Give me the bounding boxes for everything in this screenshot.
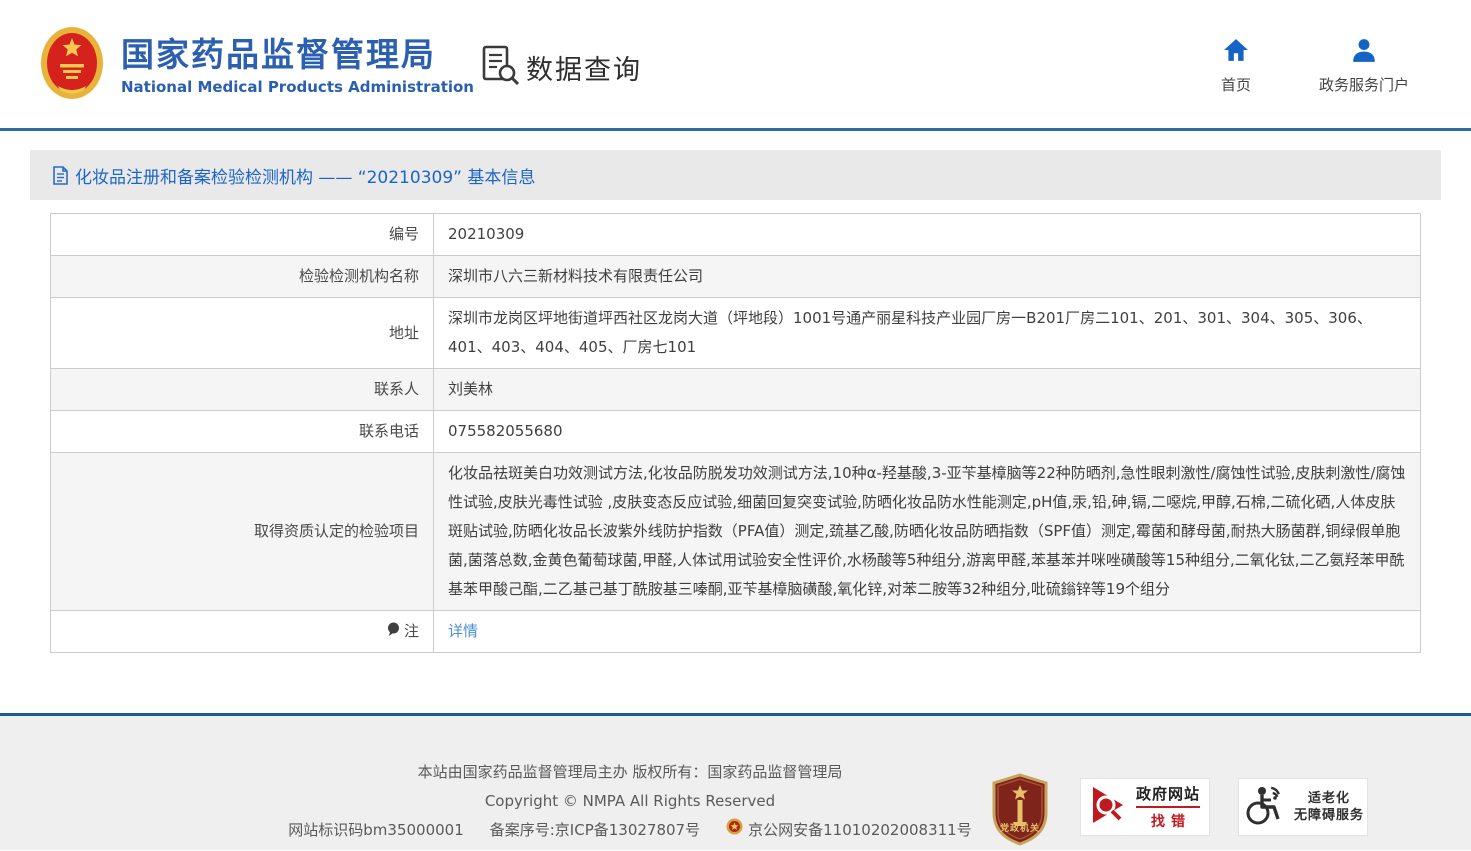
nmpa-logo[interactable]: 国家药品监督管理局 National Medical Products Admi… [40,26,474,104]
find-error-label-top: 政府网站 [1136,783,1200,808]
party-government-badge[interactable]: 党政机关 [988,773,1052,847]
footer-icp-link[interactable]: 备案序号:京ICP备13027807号 [490,816,700,845]
main-content: 化妆品注册和备案检验检测机构 —— “20210309” 基本信息 编号 202… [0,150,1471,673]
site-footer: 本站由国家药品监督管理局主办 版权所有：国家药品监督管理局 Copyright … [0,713,1471,850]
org-name-cn: 国家药品监督管理局 [121,34,474,75]
header-divider [0,128,1471,131]
home-icon [1223,38,1249,66]
row-value: 深圳市龙岗区坪地街道坪西社区龙岗大道（坪地段）1001号通产丽星科技产业园厂房一… [434,298,1421,369]
row-label: 联系人 [51,369,434,411]
table-row: 地址 深圳市龙岗区坪地街道坪西社区龙岗大道（坪地段）1001号通产丽星科技产业园… [51,298,1421,369]
row-value: 20210309 [434,214,1421,256]
national-emblem-icon [40,26,104,104]
data-query-link[interactable]: 数据查询 [480,44,642,90]
accessibility-badge[interactable]: 适老化 无障碍服务 [1238,778,1368,836]
page-title: 化妆品注册和备案检验检测机构 —— “20210309” 基本信息 [75,163,535,188]
wheelchair-wifi-icon [1242,783,1286,831]
accessibility-label-line1: 适老化 [1308,790,1350,807]
row-value: 化妆品祛斑美白功效测试方法,化妆品防脱发功效测试方法,10种α-羟基酸,3-亚苄… [434,453,1421,611]
page-doc-icon [52,166,69,185]
table-row: 联系人 刘美林 [51,369,1421,411]
table-row: 编号 20210309 [51,214,1421,256]
detail-table: 编号 20210309 检验检测机构名称 深圳市八六三新材料技术有限责任公司 地… [50,213,1421,653]
find-error-label-bottom: 找错 [1145,811,1191,831]
find-error-magnifier-icon [1090,784,1128,830]
row-value: 详情 [434,611,1421,653]
top-nav: 首页 政务服务门户 [1221,38,1409,95]
row-label: 地址 [51,298,434,369]
row-label: 联系电话 [51,411,434,453]
detail-card: 编号 20210309 检验检测机构名称 深圳市八六三新材料技术有限责任公司 地… [30,200,1441,673]
accessibility-label-line2: 无障碍服务 [1294,807,1364,824]
row-label: 注 [51,611,434,653]
row-label: 编号 [51,214,434,256]
data-query-label: 数据查询 [526,48,642,87]
party-shield-icon [988,832,1052,851]
footer-psb-link[interactable]: 京公网安备11010202008311号 [726,816,972,845]
detail-link[interactable]: 详情 [448,622,478,640]
row-label: 取得资质认定的检验项目 [51,453,434,611]
nav-home-label: 首页 [1221,74,1251,95]
footer-host-line: 本站由国家药品监督管理局主办 版权所有：国家药品监督管理局 [0,758,1260,787]
footer-copyright-line: Copyright © NMPA All Rights Reserved [0,787,1260,816]
table-row: 检验检测机构名称 深圳市八六三新材料技术有限责任公司 [51,256,1421,298]
table-row: 注 详情 [51,611,1421,653]
psb-emblem-icon [726,816,743,845]
party-badge-label: 党政机关 [988,821,1052,834]
org-name-en: National Medical Products Administration [121,78,474,96]
table-row: 取得资质认定的检验项目 化妆品祛斑美白功效测试方法,化妆品防脱发功效测试方法,1… [51,453,1421,611]
site-header: 国家药品监督管理局 National Medical Products Admi… [0,0,1471,128]
user-icon [1351,38,1377,66]
footer-text: 本站由国家药品监督管理局主办 版权所有：国家药品监督管理局 Copyright … [0,758,1260,845]
nav-portal[interactable]: 政务服务门户 [1319,38,1409,95]
note-bubble-icon [387,617,400,646]
nav-home[interactable]: 首页 [1221,38,1251,95]
document-search-icon [480,44,520,90]
row-value: 刘美林 [434,369,1421,411]
page-title-bar: 化妆品注册和备案检验检测机构 —— “20210309” 基本信息 [30,150,1441,200]
row-value: 深圳市八六三新材料技术有限责任公司 [434,256,1421,298]
table-row: 联系电话 075582055680 [51,411,1421,453]
row-label: 检验检测机构名称 [51,256,434,298]
find-error-badge[interactable]: 政府网站 找错 [1080,778,1210,836]
footer-site-code: 网站标识码bm35000001 [288,816,463,845]
row-value: 075582055680 [434,411,1421,453]
nav-portal-label: 政务服务门户 [1319,74,1409,95]
